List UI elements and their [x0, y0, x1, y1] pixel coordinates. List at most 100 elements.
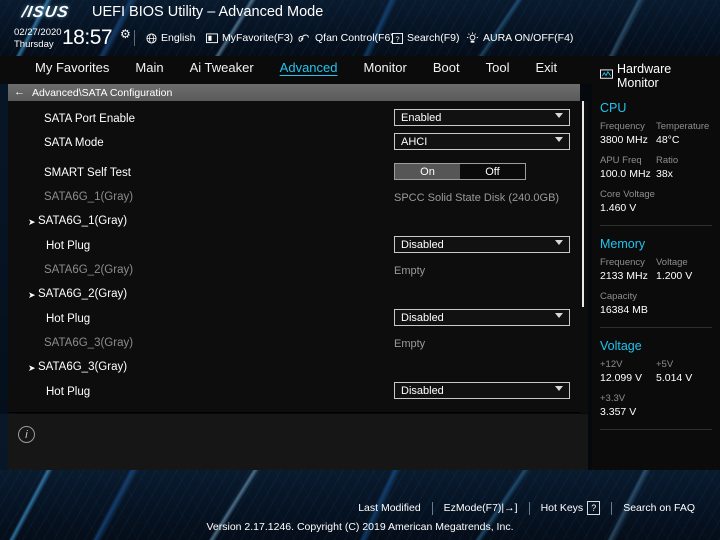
header-divider [134, 30, 135, 46]
asus-logo: /ISUS [20, 4, 71, 21]
chevron-down-icon[interactable] [555, 313, 563, 318]
scrollbar-thumb[interactable] [582, 101, 584, 307]
search-on-faq-label: Search on FAQ [623, 502, 695, 514]
setting-label: SATA Port Enable [44, 113, 135, 125]
hw-row: Frequency 2133 MHz Voltage 1.200 V [600, 256, 712, 283]
toggle-option-on[interactable]: On [395, 164, 460, 179]
setting-row[interactable]: SATA6G_2(Gray) Empty [8, 260, 588, 284]
settings-list: SATA Port Enable Enabled SATA Mode AHCI SMAR… [8, 101, 588, 413]
setting-label: Hot Plug [46, 386, 91, 398]
expand-arrow-icon[interactable]: ➤ [28, 364, 36, 373]
hot-keys-button[interactable]: Hot Keys ? [530, 501, 612, 515]
hw-section: Memory Frequency 2133 MHz Voltage 1.200 V Cap… [600, 237, 712, 328]
hw-section-title: Voltage [600, 339, 642, 353]
setting-dropdown[interactable]: Disabled [394, 309, 570, 326]
search-icon: ? [392, 32, 403, 44]
aura-label: AURA ON/OFF(F4) [483, 32, 574, 44]
search-button[interactable]: ? Search(F9) [392, 32, 460, 44]
chevron-down-icon[interactable] [555, 386, 563, 391]
tab-ai-tweaker[interactable]: Ai Tweaker [177, 56, 267, 80]
hw-metric: +12V 12.099 V [600, 358, 656, 385]
setting-row[interactable]: Hot Plug Disabled [8, 309, 588, 333]
setting-row[interactable]: SATA6G_3(Gray) Empty [8, 333, 588, 357]
tab-boot[interactable]: Boot [420, 56, 473, 80]
search-on-faq-button[interactable]: Search on FAQ [612, 502, 706, 514]
language-selector[interactable]: English [146, 32, 195, 44]
setting-value-text: Empty [394, 338, 426, 350]
setting-row[interactable]: SMART Self Test On Off [8, 163, 588, 187]
tab-my-favorites[interactable]: My Favorites [22, 56, 122, 80]
hw-metric: +3.3V 3.357 V [600, 392, 712, 419]
tab-advanced[interactable]: Advanced [267, 56, 351, 80]
hw-row: Capacity 16384 MB [600, 290, 712, 317]
setting-label: Hot Plug [46, 313, 91, 325]
hardware-monitor-title: Hardware Monitor [600, 56, 712, 90]
hw-spacer [600, 181, 712, 188]
aura-toggle-button[interactable]: AURA ON/OFF(F4) [466, 32, 573, 44]
expand-arrow-icon[interactable]: ➤ [28, 218, 36, 227]
ezmode-button[interactable]: EzMode(F7)|→] [433, 502, 529, 514]
setting-dropdown[interactable]: AHCI [394, 133, 570, 150]
ezmode-label: EzMode(F7)|→] [443, 502, 518, 514]
tab-exit[interactable]: Exit [522, 56, 570, 80]
setting-row[interactable]: ➤ SATA6G_2(Gray) [8, 284, 588, 308]
datetime-block: 02/27/2020 Thursday [14, 28, 62, 50]
hw-metric: APU Freq 100.0 MHz [600, 154, 656, 181]
hw-row: Frequency 3800 MHz Temperature 48°C [600, 120, 712, 147]
setting-row[interactable]: ➤ SATA6G_1(Gray) [8, 211, 588, 235]
hw-metric-key: Frequency [600, 257, 645, 268]
hw-metric: Core Voltage 1.460 V [600, 188, 712, 215]
chevron-down-icon[interactable] [555, 240, 563, 245]
chevron-down-icon[interactable] [555, 137, 563, 142]
hw-metric-value: 3.357 V [600, 406, 637, 418]
last-modified-button[interactable]: Last Modified [347, 502, 431, 514]
copyright-text: Version 2.17.1246. Copyright (C) 2019 Am… [206, 521, 514, 533]
setting-row[interactable]: SATA Port Enable Enabled [8, 109, 588, 133]
setting-dropdown[interactable]: Disabled [394, 382, 570, 399]
hw-metric-key: Capacity [600, 291, 637, 302]
hw-section-title: CPU [600, 101, 627, 115]
setting-value-text: SPCC Solid State Disk (240.0GB) [394, 192, 560, 204]
hw-metric: Capacity 16384 MB [600, 290, 712, 317]
tab-monitor[interactable]: Monitor [351, 56, 420, 80]
hardware-monitor-panel: Hardware Monitor CPU Frequency 3800 MHz Tem… [592, 56, 720, 470]
setting-dropdown[interactable]: Enabled [394, 109, 570, 126]
question-badge-icon: ? [587, 501, 601, 515]
setting-row[interactable]: SATA6G_1(Gray) SPCC Solid State Disk (240… [8, 187, 588, 211]
scrollbar-track[interactable] [580, 101, 588, 413]
hw-metric: Ratio 38x [656, 154, 712, 181]
hw-metric-value: 12.099 V [600, 372, 643, 384]
myfavorite-button[interactable]: MyFavorite(F3) [206, 32, 293, 44]
chevron-down-icon[interactable] [555, 113, 563, 118]
back-arrow-icon[interactable]: ← [14, 87, 25, 98]
hw-section-title: Memory [600, 237, 646, 251]
setting-label: SATA6G_1(Gray) [38, 215, 128, 227]
hw-metric-value: 1.200 V [656, 270, 693, 282]
toggle-option-off[interactable]: Off [460, 164, 525, 179]
gear-icon[interactable]: ⚙ [120, 28, 131, 40]
myfavorite-label: MyFavorite(F3) [222, 32, 294, 44]
setting-row[interactable]: SATA Mode AHCI [8, 133, 588, 157]
setting-label: SATA6G_1(Gray) [44, 191, 134, 203]
expand-arrow-icon[interactable]: ➤ [28, 291, 36, 300]
hw-metric-key: Frequency [600, 121, 645, 132]
clock-text: 18:57 [62, 26, 113, 49]
hw-metric-value: 16384 MB [600, 304, 648, 316]
tab-tool[interactable]: Tool [473, 56, 523, 80]
dropdown-value: AHCI [401, 135, 428, 148]
tab-main[interactable]: Main [122, 56, 176, 80]
setting-dropdown[interactable]: Disabled [394, 236, 570, 253]
setting-toggle[interactable]: On Off [394, 163, 526, 180]
globe-icon [146, 32, 157, 44]
hw-divider [600, 225, 712, 226]
setting-row[interactable]: Hot Plug Disabled [8, 382, 588, 406]
setting-row[interactable]: Hot Plug Disabled [8, 236, 588, 260]
setting-row[interactable]: ➤ SATA6G_3(Gray) [8, 357, 588, 381]
qfan-control-button[interactable]: Qfan Control(F6) [298, 32, 394, 44]
hw-row: +12V 12.099 V +5V 5.014 V [600, 358, 712, 385]
info-panel: i [8, 414, 588, 470]
hardware-monitor-label: Hardware Monitor [617, 62, 672, 90]
hw-row: +3.3V 3.357 V [600, 392, 712, 419]
page-title: UEFI BIOS Utility – Advanced Mode [92, 4, 324, 20]
breadcrumb[interactable]: ← Advanced\SATA Configuration [8, 84, 580, 101]
